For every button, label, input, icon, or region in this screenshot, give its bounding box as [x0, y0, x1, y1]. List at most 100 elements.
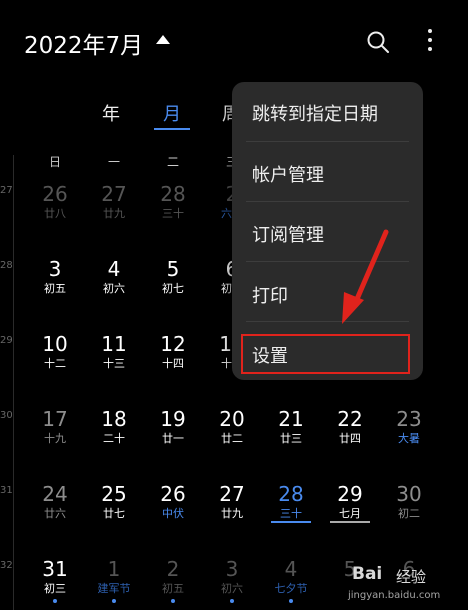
day-number: 22	[337, 407, 363, 431]
day-number: 19	[160, 407, 186, 431]
menu-divider	[246, 201, 409, 202]
week-number: 28	[0, 260, 13, 271]
day-number: 10	[42, 332, 68, 356]
calendar-day-cell[interactable]: 29 七月	[330, 483, 370, 523]
calendar-day-cell[interactable]: 22 廿四	[330, 408, 370, 445]
day-number: 29	[337, 482, 363, 506]
search-icon[interactable]	[366, 30, 390, 54]
calendar-day-cell[interactable]: 30 初二	[389, 483, 429, 520]
calendar-day-cell[interactable]: 20 廿二	[212, 408, 252, 445]
weekday-tue: 二	[166, 155, 179, 169]
lunar-date: 初三	[44, 582, 66, 595]
calendar-day-cell[interactable]: 2 初五	[153, 558, 193, 603]
day-number: 25	[101, 482, 127, 506]
event-dot	[230, 599, 234, 603]
tab-month[interactable]: 月	[163, 100, 181, 126]
calendar-day-cell[interactable]: 3 初六	[212, 558, 252, 603]
lunar-date: 廿二	[221, 432, 243, 445]
menu-item-subscription-management[interactable]: 订阅管理	[252, 221, 324, 247]
calendar-day-cell[interactable]: 1 建军节	[94, 558, 134, 603]
day-number: 27	[219, 482, 245, 506]
red-arrow-annotation	[342, 229, 389, 324]
lunar-date: 廿六	[44, 507, 66, 520]
menu-item-account-management[interactable]: 帐户管理	[252, 161, 324, 187]
day-number: 4	[284, 557, 298, 581]
lunar-date: 大暑	[398, 432, 420, 445]
watermark-logo: Bai	[352, 564, 383, 584]
day-number: 1	[107, 557, 121, 581]
lunar-date: 初六	[103, 282, 125, 295]
watermark-text: 经验	[396, 568, 427, 586]
event-dot	[53, 599, 57, 603]
calendar-day-cell[interactable]: 28 三十	[271, 483, 311, 523]
calendar-day-cell[interactable]: 5 初七	[153, 258, 193, 295]
lunar-date: 三十	[271, 507, 311, 523]
lunar-date: 建军节	[97, 582, 131, 595]
event-dot	[112, 599, 116, 603]
calendar-day-cell[interactable]: 21 廿三	[271, 408, 311, 445]
day-number: 18	[101, 407, 127, 431]
lunar-date: 七夕节	[274, 582, 308, 595]
menu-item-jump-to-date[interactable]: 跳转到指定日期	[252, 100, 378, 126]
day-number: 28	[160, 182, 186, 206]
day-number: 3	[225, 557, 239, 581]
calendar-day-cell[interactable]: 3 初五	[35, 258, 75, 295]
calendar-day-cell[interactable]: 10 十二	[35, 333, 75, 370]
weekday-mon: 一	[107, 155, 120, 169]
calendar-day-cell[interactable]: 27 廿九	[212, 483, 252, 520]
day-number: 24	[42, 482, 68, 506]
day-number: 11	[101, 332, 127, 356]
lunar-date: 十三	[103, 357, 125, 370]
lunar-date: 初六	[221, 582, 243, 595]
calendar-day-cell[interactable]: 25 廿七	[94, 483, 134, 520]
calendar-day-cell[interactable]: 11 十三	[94, 333, 134, 370]
watermark-url: jingyan.baidu.com	[348, 590, 441, 601]
calendar-day-cell[interactable]: 28 三十	[153, 183, 193, 220]
calendar-day-cell[interactable]: 4 七夕节	[271, 558, 311, 603]
lunar-date: 十二	[44, 357, 66, 370]
caret-up-icon[interactable]	[156, 35, 170, 44]
lunar-date: 廿七	[103, 507, 125, 520]
calendar-day-cell[interactable]: 4 初六	[94, 258, 134, 295]
calendar-day-cell[interactable]: 12 十四	[153, 333, 193, 370]
calendar-day-cell[interactable]: 24 廿六	[35, 483, 75, 520]
calendar-day-cell[interactable]: 19 廿一	[153, 408, 193, 445]
lunar-date: 十四	[162, 357, 184, 370]
lunar-date: 廿九	[103, 207, 125, 220]
day-number: 4	[107, 257, 121, 281]
calendar-day-cell[interactable]: 17 十九	[35, 408, 75, 445]
week-number: 29	[0, 335, 13, 346]
day-number: 31	[42, 557, 68, 581]
lunar-date: 初五	[44, 282, 66, 295]
lunar-date: 十九	[44, 432, 66, 445]
weekday-sun: 日	[48, 155, 61, 169]
calendar-day-cell[interactable]: 18 二十	[94, 408, 134, 445]
menu-item-print[interactable]: 打印	[252, 282, 288, 308]
month-title[interactable]: 2022年7月	[24, 26, 143, 60]
day-number: 12	[160, 332, 186, 356]
more-options-icon[interactable]	[425, 29, 435, 57]
week-number: 27	[0, 185, 13, 196]
lunar-date: 二十	[103, 432, 125, 445]
calendar-day-cell[interactable]: 26 廿八	[35, 183, 75, 220]
lunar-date: 廿一	[162, 432, 184, 445]
lunar-date: 初五	[162, 582, 184, 595]
calendar-day-cell[interactable]: 31 初三	[35, 558, 75, 603]
lunar-date: 初七	[162, 282, 184, 295]
settings-highlight-box	[241, 334, 410, 374]
day-number: 27	[101, 182, 127, 206]
lunar-date: 中伏	[162, 507, 184, 520]
day-number: 2	[166, 557, 180, 581]
lunar-date: 廿三	[280, 432, 302, 445]
day-number: 26	[42, 182, 68, 206]
week-number: 30	[0, 410, 13, 421]
week-number-divider	[13, 155, 14, 610]
calendar-day-cell[interactable]: 23 大暑	[389, 408, 429, 445]
tab-year[interactable]: 年	[102, 100, 120, 126]
calendar-day-cell[interactable]: 27 廿九	[94, 183, 134, 220]
calendar-day-cell[interactable]: 26 中伏	[153, 483, 193, 520]
event-dot	[289, 599, 293, 603]
lunar-date: 廿四	[339, 432, 361, 445]
day-number: 20	[219, 407, 245, 431]
event-dot	[171, 599, 175, 603]
